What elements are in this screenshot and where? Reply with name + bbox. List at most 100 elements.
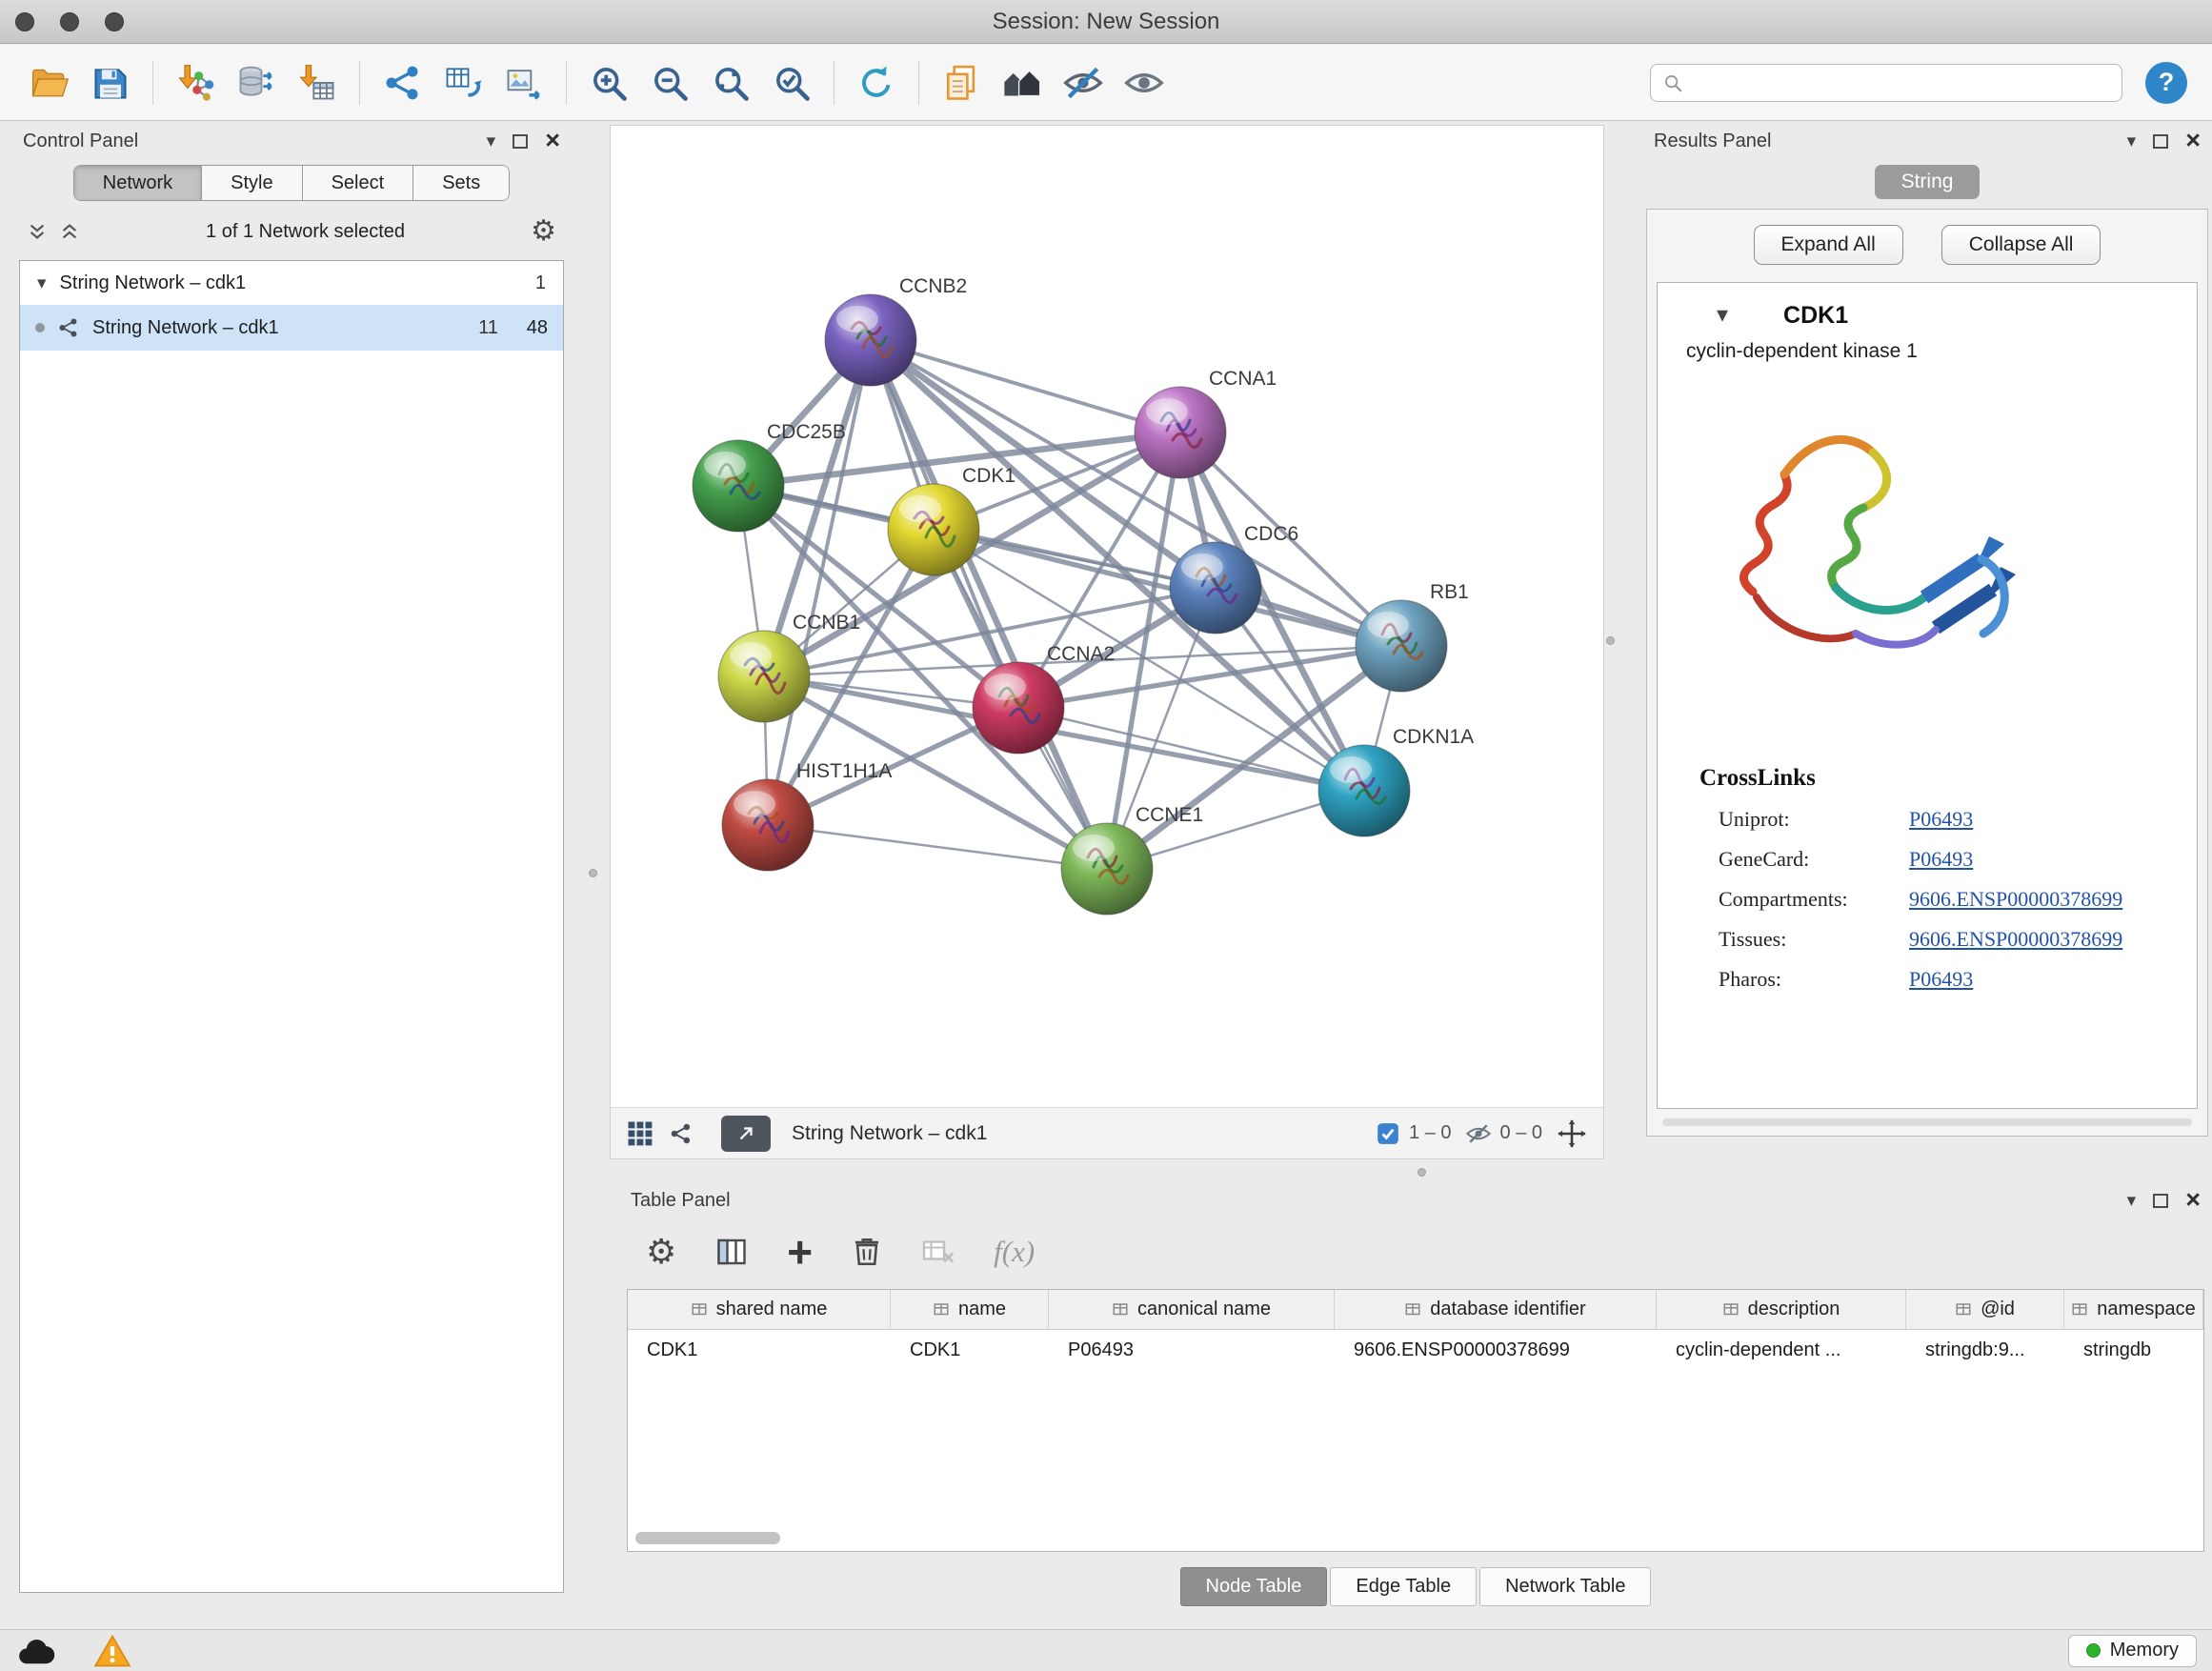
network-node-cdk1[interactable]: CDK1 — [888, 465, 1016, 575]
column-type-icon — [1404, 1301, 1421, 1319]
network-merge-button[interactable] — [377, 55, 427, 111]
cell-namespace[interactable]: stringdb — [2064, 1330, 2203, 1370]
refresh-button[interactable] — [852, 55, 901, 111]
network-node-hist1h1a[interactable]: HIST1H1A — [722, 760, 892, 871]
table-options-gear-icon[interactable]: ⚙ — [646, 1235, 676, 1269]
tab-edge-table[interactable]: Edge Table — [1330, 1567, 1477, 1606]
gene-collapse-icon[interactable]: ▾ — [1717, 304, 1728, 327]
tree-caret-icon[interactable]: ▾ — [37, 274, 47, 292]
import-network-database-button[interactable] — [231, 55, 281, 111]
zoom-selected-button[interactable] — [767, 55, 816, 111]
splitter-handle-bottom[interactable] — [1418, 1168, 1426, 1177]
zoom-out-button[interactable] — [645, 55, 694, 111]
panel-close-icon[interactable]: × — [545, 131, 560, 151]
panel-close-icon[interactable]: × — [2185, 131, 2201, 151]
crosslink-uniprot-link[interactable]: P06493 — [1909, 807, 1973, 832]
selected-checkbox-icon[interactable] — [1376, 1121, 1400, 1146]
panel-collapse-icon[interactable]: ▾ — [2127, 132, 2137, 151]
zoom-in-button[interactable] — [584, 55, 633, 111]
node-label: HIST1H1A — [796, 760, 892, 782]
cell-shared-name[interactable]: CDK1 — [628, 1330, 891, 1370]
results-tab-string[interactable]: String — [1875, 165, 1981, 199]
crosslink-pharos-link[interactable]: P06493 — [1909, 967, 1973, 992]
column-header[interactable]: name — [891, 1290, 1049, 1329]
column-header[interactable]: description — [1657, 1290, 1906, 1329]
hide-selected-button[interactable] — [1058, 55, 1108, 111]
tab-node-table[interactable]: Node Table — [1180, 1567, 1328, 1606]
network-type-icon[interactable] — [668, 1120, 694, 1147]
cell-name[interactable]: CDK1 — [891, 1330, 1049, 1370]
memory-button[interactable]: Memory — [2068, 1635, 2197, 1667]
results-horizontal-scrollbar[interactable] — [1662, 1118, 2192, 1126]
window-zoom-button[interactable] — [105, 12, 124, 31]
search-input[interactable] — [1691, 71, 2110, 93]
delete-column-trash-icon[interactable] — [851, 1236, 883, 1268]
network-canvas[interactable]: CCNB2CCNA1CDC25BCDK1CDC6RB1CCNB1CCNA2CDK… — [611, 126, 1603, 1107]
open-session-button[interactable] — [25, 55, 74, 111]
table-row[interactable]: CDK1 CDK1 P06493 9606.ENSP00000378699 cy… — [628, 1330, 2203, 1370]
function-builder-icon[interactable]: f(x) — [994, 1235, 1035, 1269]
network-node-ccnb2[interactable]: CCNB2 — [825, 275, 967, 386]
window-close-button[interactable] — [15, 12, 34, 31]
network-options-gear-icon[interactable]: ⚙ — [531, 217, 556, 246]
tab-style[interactable]: Style — [202, 166, 302, 200]
network-node-ccna1[interactable]: CCNA1 — [1135, 368, 1277, 478]
panel-float-icon[interactable] — [513, 134, 528, 149]
node-label: CDK1 — [962, 465, 1016, 487]
column-header[interactable]: database identifier — [1335, 1290, 1657, 1329]
crosslink-genecard-link[interactable]: P06493 — [1909, 847, 1973, 872]
crosslink-compartments-link[interactable]: 9606.ENSP00000378699 — [1909, 887, 2122, 912]
network-collection-row[interactable]: ▾ String Network – cdk1 1 — [20, 261, 563, 305]
collapse-all-button[interactable]: Collapse All — [1941, 225, 2101, 265]
zoom-selected-icon — [771, 62, 813, 104]
window-minimize-button[interactable] — [60, 12, 79, 31]
cloud-icon[interactable] — [15, 1635, 59, 1667]
splitter-handle-right[interactable] — [1606, 636, 1615, 645]
expand-all-button[interactable]: Expand All — [1754, 225, 1903, 265]
pan-crosshair-icon[interactable] — [1556, 1117, 1588, 1150]
warning-icon[interactable] — [93, 1634, 131, 1668]
panel-collapse-icon[interactable]: ▾ — [2127, 1192, 2137, 1210]
tab-select[interactable]: Select — [303, 166, 414, 200]
cell-id[interactable]: stringdb:9... — [1906, 1330, 2064, 1370]
cell-canonical-name[interactable]: P06493 — [1049, 1330, 1335, 1370]
network-node-ccnb1[interactable]: CCNB1 — [718, 612, 860, 722]
panel-float-icon[interactable] — [2153, 134, 2168, 149]
table-horizontal-scrollbar[interactable] — [635, 1532, 780, 1544]
show-all-button[interactable] — [1119, 55, 1169, 111]
hidden-eye-icon[interactable] — [1465, 1120, 1492, 1147]
node-label: CCNB1 — [793, 612, 860, 634]
show-columns-icon[interactable] — [714, 1235, 749, 1269]
panel-close-icon[interactable]: × — [2185, 1190, 2201, 1211]
import-network-file-button[interactable] — [171, 55, 220, 111]
save-session-button[interactable] — [86, 55, 135, 111]
cell-database-identifier[interactable]: 9606.ENSP00000378699 — [1335, 1330, 1657, 1370]
expand-all-icon[interactable] — [59, 221, 80, 242]
column-header[interactable]: namespace — [2064, 1290, 2203, 1329]
tab-sets[interactable]: Sets — [413, 166, 509, 200]
zoom-fit-button[interactable] — [706, 55, 755, 111]
column-header[interactable]: @id — [1906, 1290, 2064, 1329]
crosslink-row: GeneCard: P06493 — [1658, 839, 2197, 879]
cell-description[interactable]: cyclin-dependent ... — [1657, 1330, 1906, 1370]
network-node-rb1[interactable]: RB1 — [1356, 581, 1469, 692]
grid-view-icon[interactable] — [626, 1119, 654, 1148]
column-header[interactable]: shared name — [628, 1290, 891, 1329]
network-overview-button[interactable] — [997, 55, 1047, 111]
column-header[interactable]: canonical name — [1049, 1290, 1335, 1329]
splitter-handle-left[interactable] — [589, 869, 597, 877]
export-image-button[interactable] — [499, 55, 549, 111]
help-button[interactable]: ? — [2145, 62, 2187, 104]
annotation-mode-button[interactable] — [721, 1116, 771, 1152]
crosslink-tissues-link[interactable]: 9606.ENSP00000378699 — [1909, 927, 2122, 952]
network-row-selected[interactable]: String Network – cdk1 11 48 — [20, 305, 563, 351]
clone-network-button[interactable] — [438, 55, 488, 111]
collapse-all-icon[interactable] — [27, 221, 48, 242]
import-table-button[interactable] — [292, 55, 342, 111]
panel-collapse-icon[interactable]: ▾ — [487, 132, 496, 151]
add-column-icon[interactable]: + — [787, 1235, 813, 1270]
panel-float-icon[interactable] — [2153, 1194, 2168, 1208]
copy-button[interactable] — [936, 55, 986, 111]
tab-network-table[interactable]: Network Table — [1479, 1567, 1651, 1606]
tab-network[interactable]: Network — [74, 166, 202, 200]
